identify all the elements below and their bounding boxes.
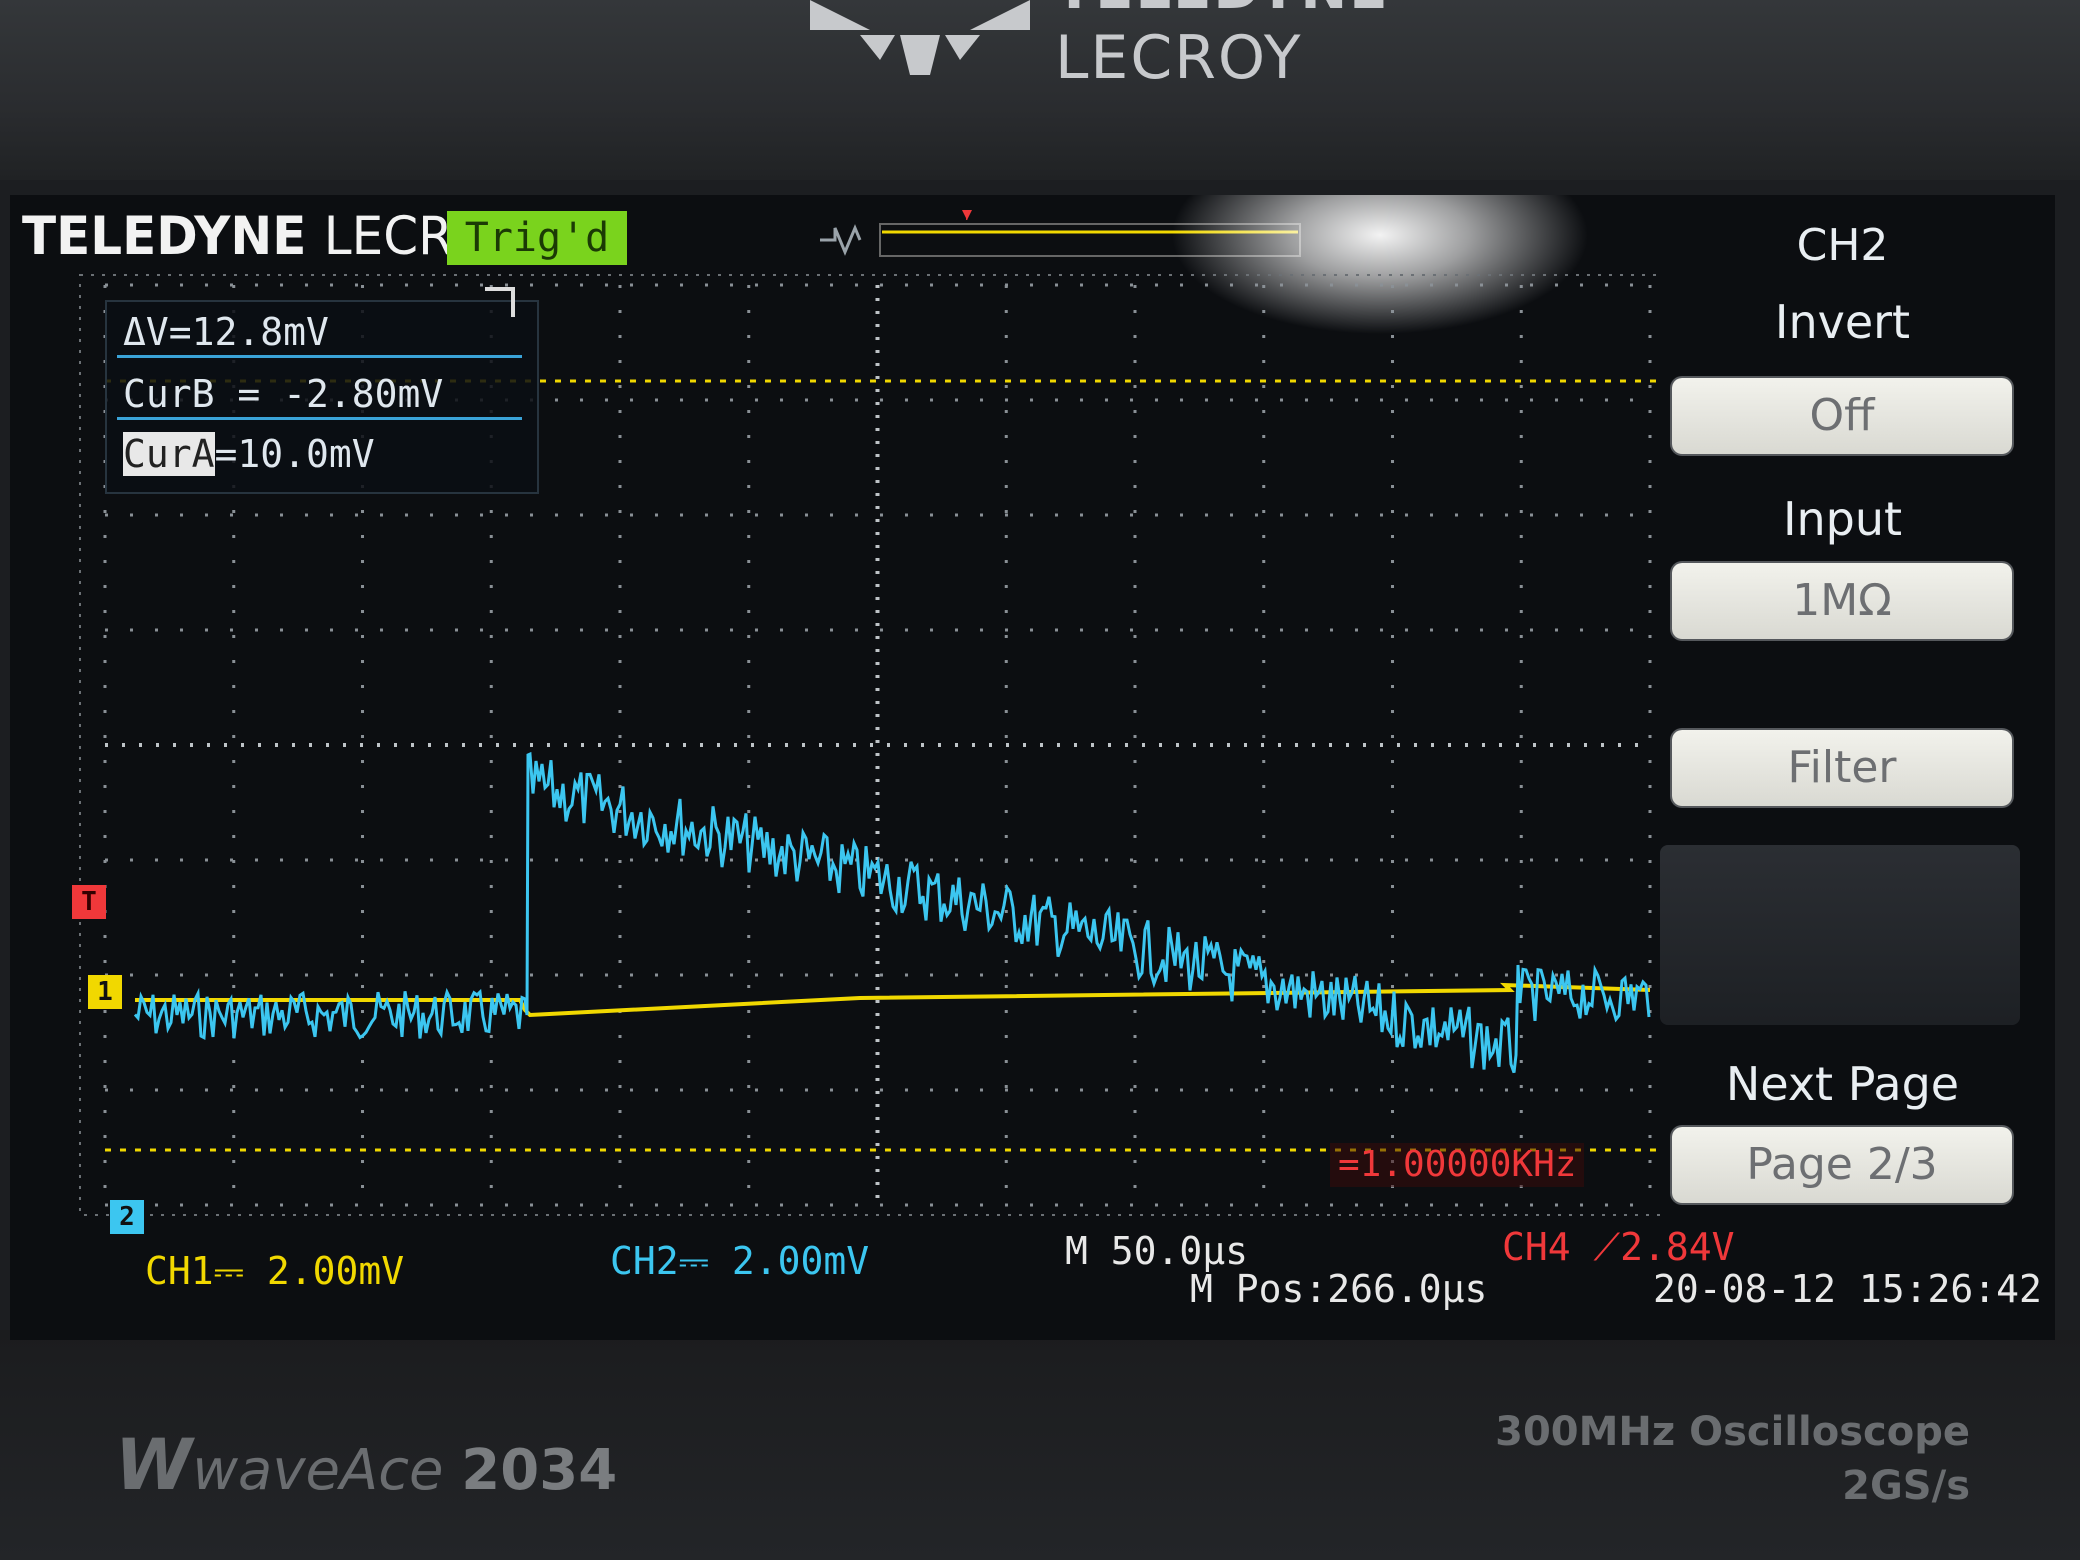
date-time: 20-08-12 15:26:42: [1653, 1267, 2042, 1311]
filter-button[interactable]: Filter: [1672, 730, 2012, 806]
trigger-setting[interactable]: CH4 ⟋2.84V: [1502, 1228, 1735, 1266]
cursor-delta-value: ΔV=12.8mV: [117, 306, 522, 358]
cursor-readout-panel: ΔV=12.8mV CurB = -2.80mV CurA=10.0mV: [105, 300, 539, 494]
model-name: waveAce: [192, 1438, 444, 1503]
timebase[interactable]: M 50.0μs: [1065, 1232, 1248, 1270]
scope-screen: TELEDYNE LECROY Trig'd T T 1 2 ΔV=12.8mV…: [10, 195, 2055, 1340]
cursor-a-label: CurA: [123, 432, 215, 476]
empty-menu-slot: [1660, 845, 2020, 1025]
ch2-side-menu: CH2 Invert Off Input 1MΩ Filter Next Pag…: [1660, 195, 2055, 1340]
spec-line2: 2GS/s: [1842, 1463, 1970, 1509]
trigger-level-marker[interactable]: T: [72, 885, 106, 919]
ch1-scale[interactable]: CH1⎓ 2.00mV: [145, 1252, 404, 1290]
input-impedance-button[interactable]: 1MΩ: [1672, 563, 2012, 639]
horizontal-position[interactable]: M Pos:266.0μs: [1190, 1270, 1487, 1308]
device-brand-line2: LECROY: [1055, 23, 1303, 93]
spec-label: 300MHz Oscilloscope 2GS/s: [1495, 1405, 1970, 1513]
cursor-a-value: =10.0mV: [214, 432, 375, 476]
model-label: WwaveAce 2034: [115, 1430, 617, 1500]
cursor-b-value: CurB = -2.80mV: [117, 368, 522, 420]
device-brand: TELEDYNE LECROY: [1055, 0, 1389, 88]
ch2-trace: [133, 751, 1651, 1074]
model-prefix: W: [115, 1424, 193, 1506]
next-page-label: Next Page: [1725, 1057, 1960, 1111]
ch1-marker[interactable]: 1: [88, 975, 122, 1009]
status-bar: CH1⎓ 2.00mV CH2⎓ 2.00mV M 50.0μs M Pos:2…: [10, 1220, 2055, 1340]
model-number: 2034: [461, 1438, 618, 1503]
invert-label: Invert: [1774, 295, 1911, 349]
menu-title: CH2: [1796, 220, 1889, 271]
readout-corner-icon: [485, 287, 515, 317]
input-label: Input: [1782, 492, 1903, 546]
frequency-readout: =1.00000KHz: [1330, 1143, 1585, 1187]
page-button[interactable]: Page 2/3: [1672, 1127, 2012, 1203]
ch2-scale[interactable]: CH2⎓ 2.00mV: [610, 1242, 869, 1280]
device-brand-line1: TELEDYNE: [1055, 0, 1389, 18]
device-top-bezel: TELEDYNE LECROY: [0, 0, 2080, 180]
cursor-a-readout: CurA=10.0mV: [117, 428, 522, 480]
invert-button[interactable]: Off: [1672, 378, 2012, 454]
spec-line1: 300MHz Oscilloscope: [1495, 1409, 1970, 1455]
teledyne-logo-icon: [810, 0, 1030, 75]
